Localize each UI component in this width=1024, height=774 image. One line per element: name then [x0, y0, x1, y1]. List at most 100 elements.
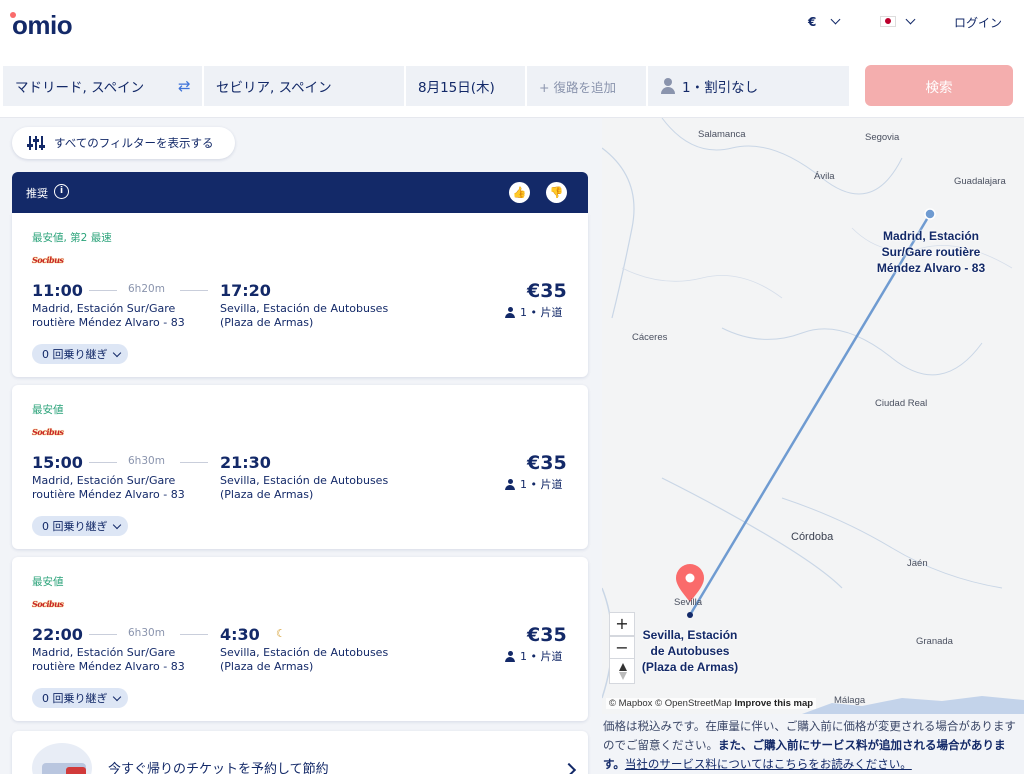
person-icon [660, 78, 676, 94]
transfers-toggle[interactable]: 0 回乗り継ぎ [32, 344, 128, 364]
duration-line [180, 634, 208, 635]
compass-icon[interactable] [609, 658, 635, 684]
departure-station: Madrid, Estación Sur/Gare routière Méndez… [32, 302, 185, 329]
chevron-down-icon[interactable] [830, 14, 841, 25]
duration: 6h20m [128, 283, 165, 295]
logo-text: omio [12, 10, 73, 40]
city-label: Ávila [814, 171, 835, 182]
duration: 6h30m [128, 455, 165, 467]
arrival-station: Sevilla, Estación de Autobuses (Plaza de … [220, 474, 389, 501]
arrival-time: 21:30 [220, 453, 271, 472]
return-placeholder: + 復路を追加 [539, 79, 616, 95]
improve-map-link[interactable]: Improve this map [734, 698, 813, 709]
search-button[interactable]: 検索 [865, 65, 1013, 106]
result-tag: 最安値, 第2 最速 [32, 232, 112, 244]
departure-time: 22:00 [32, 625, 83, 644]
destination-field[interactable]: セビリア, スペイン [204, 66, 404, 106]
carrier-logo: Socibus [32, 599, 64, 609]
date-value: 8月15日(木) [418, 80, 495, 96]
thumbs-down-icon[interactable]: 👎 [546, 182, 567, 203]
destination-value: セビリア, スペイン [216, 80, 332, 96]
city-label: Jaén [907, 558, 928, 569]
river [781, 497, 1003, 589]
river [721, 327, 983, 376]
duration-line [89, 462, 117, 463]
transfers-toggle[interactable]: 0 回乗り継ぎ [32, 516, 128, 536]
departure-station: Madrid, Estación Sur/Gare routière Méndez… [32, 646, 185, 673]
city-label: Córdoba [791, 531, 834, 543]
transfers-toggle[interactable]: 0 回乗り継ぎ [32, 688, 128, 708]
price: €35 [527, 280, 567, 302]
river [602, 147, 635, 319]
osm-link[interactable]: © OpenStreetMap [655, 698, 732, 709]
date-field[interactable]: 8月15日(木) [406, 66, 525, 106]
swap-icon[interactable]: ⇄ [178, 77, 191, 95]
passenger-info: 1 • 片道 [505, 304, 562, 320]
omio-logo[interactable]: omio [10, 10, 73, 41]
result-card[interactable]: 最安値 Socibus 15:00 6h30m 21:30 Madrid, Es… [12, 385, 588, 549]
duration-line [89, 634, 117, 635]
logo-dot [10, 12, 16, 18]
city-label: Málaga [834, 695, 866, 706]
chevron-right-icon[interactable] [561, 762, 577, 774]
result-tag: 最安値 [32, 576, 64, 588]
bus-illustration-icon [32, 743, 92, 774]
person-icon [505, 651, 515, 662]
result-tag: 最安値 [32, 404, 64, 416]
departure-time: 15:00 [32, 453, 83, 472]
origin-station-label: Madrid, Estación Sur/Gare routière Méndez … [876, 229, 986, 275]
destination-dot [687, 612, 693, 618]
city-label: Salamanca [698, 129, 746, 140]
filter-label: すべてのフィルターを表示する [54, 136, 214, 150]
promo-text: 今すぐ帰りのチケットを予約して節約 [108, 762, 329, 774]
info-icon[interactable]: i [54, 184, 69, 199]
passenger-info: 1 • 片道 [505, 648, 562, 664]
map-canvas [602, 118, 1024, 714]
show-all-filters-button[interactable]: すべてのフィルターを表示する [12, 127, 235, 159]
top-header: omio € ログイン [0, 0, 1024, 54]
service-fee-link[interactable]: 当社のサービス料についてはこちらをお読みください。 [625, 757, 912, 771]
carrier-logo: Socibus [32, 427, 64, 437]
origin-field[interactable]: マドリード, スペイン [3, 66, 202, 106]
passengers-value: 1・割引なし [682, 80, 759, 96]
city-label: Ciudad Real [875, 398, 928, 409]
departure-time: 11:00 [32, 281, 83, 300]
duration-line [89, 290, 117, 291]
arrival-time: 4:30 [220, 625, 260, 644]
currency-selector[interactable]: € [808, 15, 816, 29]
login-link[interactable]: ログイン [954, 14, 1002, 31]
route-map[interactable]: Salamanca Segovia Ávila Guadalajara Cáce… [602, 118, 1024, 714]
city-label: Sevilla [674, 597, 702, 608]
city-label: Guadalajara [954, 176, 1006, 187]
chevron-down-icon [112, 348, 121, 357]
departure-station: Madrid, Estación Sur/Gare routière Méndez… [32, 474, 185, 501]
city-label: Cáceres [632, 332, 668, 343]
destination-station-label: Sevilla, Estación de Autobuses (Plaza de A… [641, 628, 739, 674]
mapbox-link[interactable]: © Mapbox [609, 698, 652, 709]
price: €35 [527, 452, 567, 474]
thumbs-up-icon[interactable]: 👍 [509, 182, 530, 203]
duration-line [180, 462, 208, 463]
city-label: Granada [916, 636, 953, 647]
chevron-down-icon [112, 520, 121, 529]
zoom-out-button[interactable]: − [609, 636, 635, 660]
passenger-info: 1 • 片道 [505, 476, 562, 492]
arrival-station: Sevilla, Estación de Autobuses (Plaza de … [220, 302, 389, 329]
return-date-field[interactable]: + 復路を追加 [527, 66, 646, 106]
price: €35 [527, 624, 567, 646]
japan-flag-icon[interactable] [880, 16, 896, 27]
return-ticket-promo[interactable]: 今すぐ帰りのチケットを予約して節約 [12, 731, 588, 774]
price-disclaimer: 価格は税込みです。在庫量に伴い、ご購入前に価格が変更される場合がありますのでご留… [603, 717, 1019, 774]
arrival-station: Sevilla, Estación de Autobuses (Plaza de … [220, 646, 389, 673]
zoom-in-button[interactable]: + [609, 612, 635, 636]
duration-line [180, 290, 208, 291]
person-icon [505, 307, 515, 318]
origin-value: マドリード, スペイン [15, 80, 145, 96]
passengers-field[interactable]: 1・割引なし [648, 66, 849, 106]
carrier-logo: Socibus [32, 255, 64, 265]
city-label: Segovia [865, 132, 900, 143]
result-card[interactable]: 最安値, 第2 最速 Socibus 11:00 6h20m 17:20 Mad… [12, 213, 588, 377]
chevron-down-icon[interactable] [905, 14, 916, 25]
result-card[interactable]: 最安値 Socibus 22:00 6h30m 4:30 ☾ Madrid, E… [12, 557, 588, 721]
map-attribution: © Mapbox © OpenStreetMap Improve this ma… [606, 698, 817, 709]
